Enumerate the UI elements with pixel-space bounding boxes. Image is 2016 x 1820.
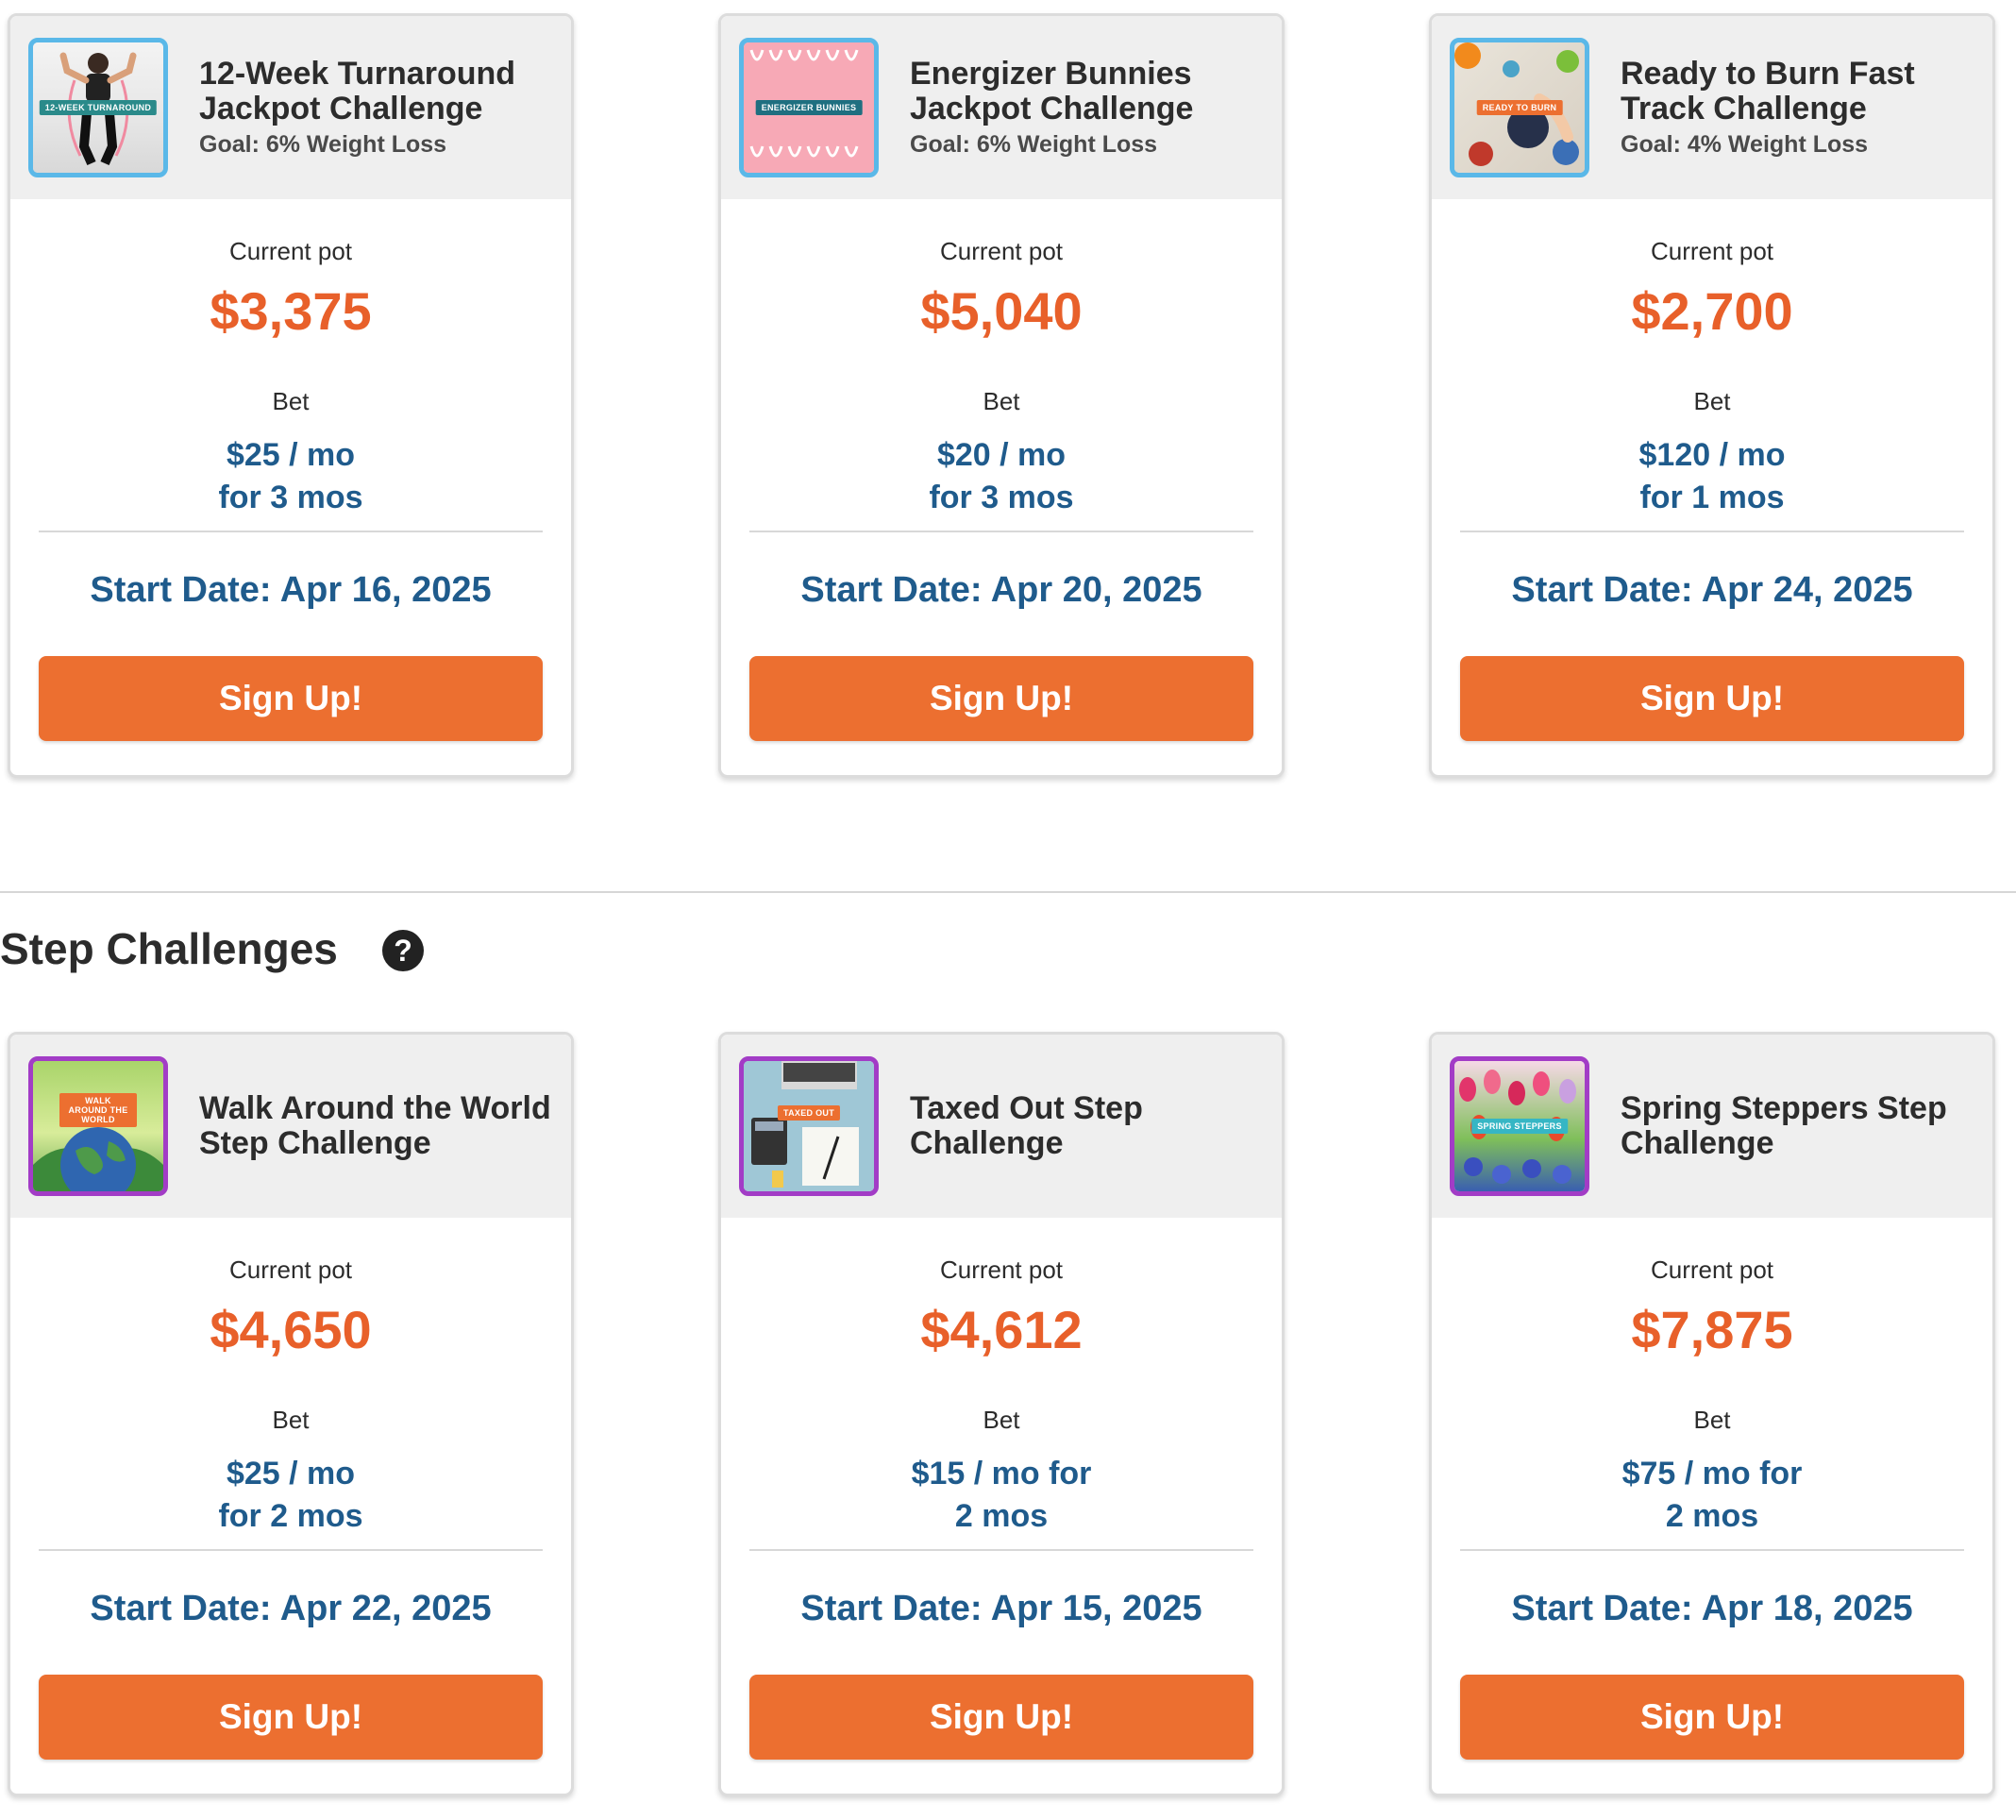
sign-up-button[interactable]: Sign Up! bbox=[39, 1675, 543, 1760]
thumbnail-label: WALK AROUND THE WORLD bbox=[59, 1093, 137, 1128]
pot-amount: $5,040 bbox=[920, 281, 1083, 341]
bet-line-2: 2 mos bbox=[1665, 1498, 1759, 1534]
start-date: Start Date: Apr 20, 2025 bbox=[800, 570, 1202, 610]
section-divider bbox=[0, 891, 2016, 893]
bet-label: Bet bbox=[272, 387, 310, 415]
pot-amount: $4,612 bbox=[920, 1300, 1083, 1359]
challenge-goal: Goal: 6% Weight Loss bbox=[199, 131, 447, 158]
challenge-title[interactable]: 12-Week Turnaround Jackpot Challenge bbox=[199, 57, 552, 126]
thumbnail-label: 12-WEEK TURNAROUND bbox=[39, 100, 158, 115]
bet-amount: $75 / mo for 2 mos bbox=[1432, 1453, 1992, 1538]
challenge-thumbnail[interactable]: TAXED OUT bbox=[739, 1056, 879, 1196]
sign-up-button[interactable]: Sign Up! bbox=[1460, 656, 1964, 741]
challenge-card: SPRING STEPPERS Spring Steppers Step Cha… bbox=[1429, 1032, 1995, 1796]
bet-amount: $15 / mo for 2 mos bbox=[721, 1453, 1282, 1538]
section-title: Step Challenges bbox=[0, 924, 338, 973]
pot-amount: $4,650 bbox=[210, 1300, 372, 1359]
card-header: WALK AROUND THE WORLD Walk Around the Wo… bbox=[10, 1035, 571, 1218]
bet-label: Bet bbox=[983, 387, 1020, 415]
challenge-thumbnail[interactable]: READY TO BURN bbox=[1450, 38, 1589, 177]
bet-line-1: $20 / mo bbox=[936, 437, 1067, 473]
challenge-goal: Goal: 4% Weight Loss bbox=[1621, 131, 1869, 158]
sign-up-button[interactable]: Sign Up! bbox=[749, 1675, 1253, 1760]
challenge-title[interactable]: Energizer Bunnies Jackpot Challenge bbox=[910, 57, 1263, 126]
thumbnail-label: TAXED OUT bbox=[777, 1105, 841, 1121]
pot-amount: $2,700 bbox=[1631, 281, 1793, 341]
thumbnail-label: SPRING STEPPERS bbox=[1471, 1119, 1568, 1134]
challenge-thumbnail[interactable]: 12-WEEK TURNAROUND bbox=[28, 38, 168, 177]
sign-up-button[interactable]: Sign Up! bbox=[39, 656, 543, 741]
pot-amount: $7,875 bbox=[1631, 1300, 1793, 1359]
bet-line-2: 2 mos bbox=[954, 1498, 1049, 1534]
challenge-title[interactable]: Taxed Out Step Challenge bbox=[910, 1091, 1263, 1161]
help-icon[interactable]: ? bbox=[382, 930, 424, 971]
card-divider bbox=[749, 1549, 1253, 1551]
challenge-card: TAXED OUT Taxed Out Step Challenge Curre… bbox=[718, 1032, 1285, 1796]
start-date: Start Date: Apr 18, 2025 bbox=[1511, 1589, 1913, 1628]
start-date: Start Date: Apr 16, 2025 bbox=[90, 570, 492, 610]
card-header: READY TO BURN Ready to Burn Fast Track C… bbox=[1432, 16, 1992, 199]
bet-label: Bet bbox=[1693, 387, 1731, 415]
bet-line-2: for 3 mos bbox=[929, 480, 1074, 515]
card-divider bbox=[1460, 1549, 1964, 1551]
challenge-thumbnail[interactable]: SPRING STEPPERS bbox=[1450, 1056, 1589, 1196]
challenge-title[interactable]: Ready to Burn Fast Track Challenge bbox=[1621, 57, 1974, 126]
card-header: 12-WEEK TURNAROUND 12-Week Turnaround Ja… bbox=[10, 16, 571, 199]
pot-label: Current pot bbox=[939, 237, 1064, 265]
challenge-thumbnail[interactable]: WALK AROUND THE WORLD bbox=[28, 1056, 168, 1196]
challenge-title[interactable]: Spring Steppers Step Challenge bbox=[1621, 1091, 1974, 1161]
card-header: ENERGIZER BUNNIES Energizer Bunnies Jack… bbox=[721, 16, 1282, 199]
card-divider bbox=[39, 531, 543, 532]
pot-label: Current pot bbox=[1650, 237, 1774, 265]
desk-icon bbox=[751, 1061, 859, 1188]
pot-amount: $3,375 bbox=[210, 281, 372, 341]
bet-label: Bet bbox=[983, 1406, 1020, 1434]
pot-label: Current pot bbox=[1650, 1255, 1774, 1284]
card-divider bbox=[39, 1549, 543, 1551]
start-date: Start Date: Apr 15, 2025 bbox=[800, 1589, 1202, 1628]
challenge-card: 12-WEEK TURNAROUND 12-Week Turnaround Ja… bbox=[8, 13, 574, 778]
sign-up-button[interactable]: Sign Up! bbox=[749, 656, 1253, 741]
card-divider bbox=[749, 531, 1253, 532]
bet-amount: $25 / mo for 3 mos bbox=[10, 434, 571, 519]
bet-label: Bet bbox=[272, 1406, 310, 1434]
card-header: TAXED OUT Taxed Out Step Challenge bbox=[721, 1035, 1282, 1218]
challenge-card: READY TO BURN Ready to Burn Fast Track C… bbox=[1429, 13, 1995, 778]
bet-amount: $120 / mo for 1 mos bbox=[1432, 434, 1992, 519]
bet-amount: $20 / mo for 3 mos bbox=[721, 434, 1282, 519]
challenge-card: WALK AROUND THE WORLD Walk Around the Wo… bbox=[8, 1032, 574, 1796]
start-date: Start Date: Apr 22, 2025 bbox=[90, 1589, 492, 1628]
thumbnail-label: ENERGIZER BUNNIES bbox=[755, 100, 863, 115]
challenge-card: ENERGIZER BUNNIES Energizer Bunnies Jack… bbox=[718, 13, 1285, 778]
bet-line-2: for 3 mos bbox=[218, 480, 363, 515]
challenge-title[interactable]: Walk Around the World Step Challenge bbox=[199, 1091, 552, 1161]
thumbnail-label: READY TO BURN bbox=[1476, 100, 1563, 115]
challenge-goal: Goal: 6% Weight Loss bbox=[910, 131, 1158, 158]
bet-line-1: $120 / mo bbox=[1638, 437, 1786, 473]
pot-label: Current pot bbox=[939, 1255, 1064, 1284]
bet-amount: $25 / mo for 2 mos bbox=[10, 1453, 571, 1538]
bet-line-2: for 1 mos bbox=[1639, 480, 1785, 515]
bet-line-1: $25 / mo bbox=[226, 437, 356, 473]
bet-line-2: for 2 mos bbox=[218, 1498, 363, 1534]
card-header: SPRING STEPPERS Spring Steppers Step Cha… bbox=[1432, 1035, 1992, 1218]
card-divider bbox=[1460, 531, 1964, 532]
bet-line-1: $15 / mo for bbox=[911, 1456, 1092, 1491]
start-date: Start Date: Apr 24, 2025 bbox=[1511, 570, 1913, 610]
bet-line-1: $75 / mo for bbox=[1621, 1456, 1803, 1491]
pot-label: Current pot bbox=[228, 237, 353, 265]
bet-label: Bet bbox=[1693, 1406, 1731, 1434]
pot-label: Current pot bbox=[228, 1255, 353, 1284]
challenge-thumbnail[interactable]: ENERGIZER BUNNIES bbox=[739, 38, 879, 177]
bet-line-1: $25 / mo bbox=[226, 1456, 356, 1491]
sign-up-button[interactable]: Sign Up! bbox=[1460, 1675, 1964, 1760]
